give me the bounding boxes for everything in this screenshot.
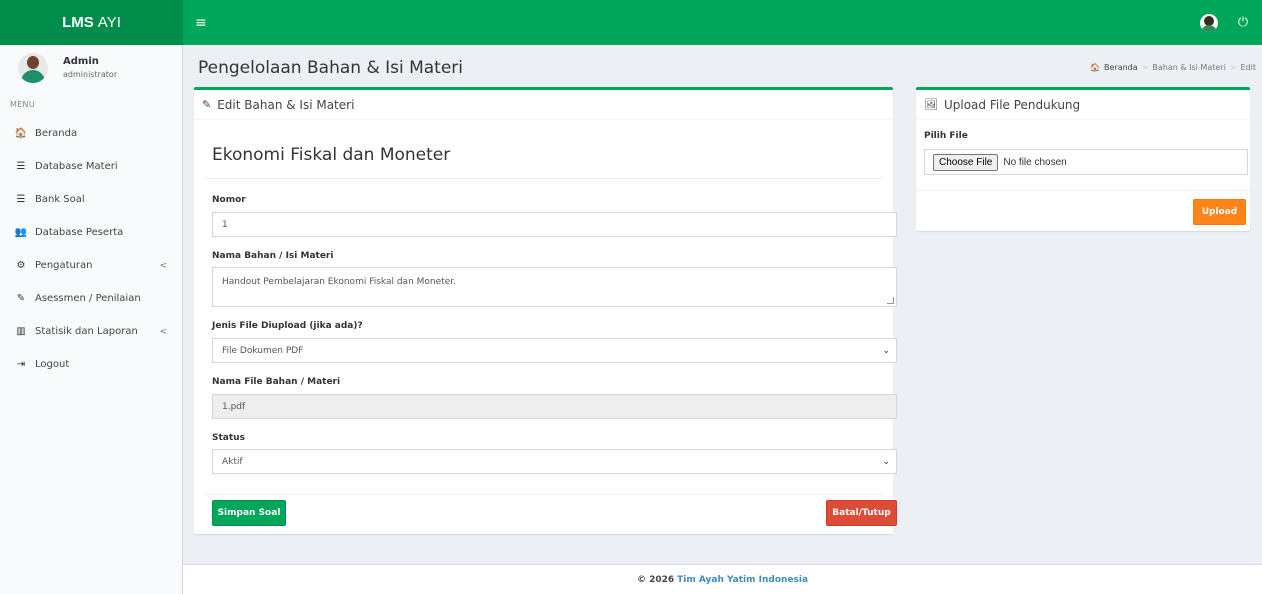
sidebar-item-label: Bank Soal [35, 194, 85, 205]
file-label: Pilih File [924, 131, 968, 141]
user-name: Admin [63, 56, 99, 67]
avatar [18, 52, 48, 83]
status-select[interactable]: Aktif ⌄ [212, 449, 897, 474]
breadcrumb-item-active: Edit [1240, 63, 1257, 72]
breadcrumb-separator: > [1229, 63, 1237, 72]
sidebar-item-label: Asessmen / Penilaian [35, 293, 141, 304]
upload-button[interactable]: Upload [1193, 199, 1246, 225]
subject-title: Ekonomi Fiskal dan Moneter [212, 145, 451, 165]
resize-grip-icon[interactable] [887, 297, 894, 304]
page-title: Pengelolaan Bahan & Isi Materi [198, 58, 464, 78]
no-file-text: No file chosen [1003, 156, 1067, 168]
app-logo[interactable]: LMS AYI [0, 0, 183, 45]
jenis-value: File Dokumen PDF [222, 345, 304, 356]
upload-box: 🖼 Upload File Pendukung Pilih File Choos… [916, 87, 1250, 231]
user-avatar-icon[interactable] [1200, 13, 1218, 32]
menu-header: MENU [10, 100, 35, 109]
nomor-input[interactable]: 1 [212, 212, 897, 237]
footer-org-link[interactable]: Tim Ayah Yatim Indonesia [677, 575, 808, 585]
breadcrumb-item[interactable]: Beranda [1104, 63, 1138, 72]
upload-box-title: Upload File Pendukung [943, 97, 1081, 112]
nama-file-value: 1.pdf [222, 401, 246, 412]
nama-textarea[interactable]: Handout Pembelajaran Ekonomi Fiskal dan … [212, 267, 897, 307]
menu-toggle-icon[interactable]: ≡ [195, 15, 215, 31]
user-panel: Admin administrator [0, 45, 182, 90]
edit-box: ✎ Edit Bahan & Isi Materi Ekonomi Fiskal… [194, 87, 897, 534]
cog-icon: ⚙ [16, 260, 26, 271]
logo-light-text: AYI [97, 14, 121, 31]
sidebar-item-label: Database Peserta [35, 227, 124, 238]
breadcrumb-item[interactable]: Bahan & Isi Materi [1152, 63, 1225, 72]
divider [204, 494, 883, 495]
footer-copyright: © 2026 [636, 574, 675, 585]
status-value: Aktif [222, 456, 243, 467]
edit-icon: ✎ [202, 98, 212, 111]
sidebar-item-database-materi[interactable]: ☰ Database Materi [0, 150, 182, 183]
home-icon: 🏠 [14, 128, 28, 139]
users-icon: 👥 [14, 227, 28, 238]
sign-out-icon: ⇥ [16, 359, 26, 370]
divider [204, 178, 883, 179]
sidebar-item-label: Pengaturan [35, 260, 93, 271]
save-button[interactable]: Simpan Soal [212, 500, 286, 526]
sidebar-item-label: Database Materi [35, 161, 118, 172]
sidebar-item-label: Logout [35, 359, 70, 370]
status-label: Status [212, 433, 245, 443]
nama-value: Handout Pembelajaran Ekonomi Fiskal dan … [222, 277, 456, 287]
chevron-down-icon: ⌄ [882, 345, 890, 356]
file-input[interactable]: Choose File No file chosen [924, 149, 1248, 175]
dashboard-icon: 🏠 [1090, 63, 1100, 72]
cancel-button[interactable]: Batal/Tutup [826, 500, 897, 526]
database-icon: ☰ [16, 194, 26, 205]
sidebar-item-asessmen[interactable]: ✎ Asessmen / Penilaian [0, 282, 182, 315]
sidebar-item-database-peserta[interactable]: 👥 Database Peserta [0, 216, 182, 249]
sidebar-item-beranda[interactable]: 🏠 Beranda [0, 117, 182, 150]
chevron-down-icon: ⌄ [882, 456, 890, 467]
sidebar-item-label: Statisik dan Laporan [35, 326, 138, 337]
power-icon[interactable]: ⏻ [1234, 15, 1252, 30]
image-icon: 🖼 [924, 98, 938, 111]
user-role: administrator [63, 70, 118, 79]
edit-box-title: Edit Bahan & Isi Materi [217, 97, 355, 112]
nomor-label: Nomor [212, 195, 246, 205]
choose-file-button[interactable]: Choose File [933, 153, 999, 171]
nama-file-label: Nama File Bahan / Materi [212, 377, 341, 387]
edit-icon: ✎ [16, 293, 26, 304]
breadcrumb-separator: > [1141, 63, 1149, 72]
database-icon: ☰ [16, 161, 26, 172]
sidebar-item-label: Beranda [35, 128, 78, 139]
bar-chart-icon: ▥ [16, 326, 26, 337]
chevron-left-icon: < [159, 261, 167, 271]
sidebar-item-logout[interactable]: ⇥ Logout [0, 348, 182, 381]
logo-bold-text: LMS [62, 14, 94, 31]
breadcrumb: 🏠 Beranda > Bahan & Isi Materi > Edit [1090, 63, 1256, 72]
jenis-label: Jenis File Diupload (jika ada)? [212, 321, 363, 331]
jenis-select[interactable]: File Dokumen PDF ⌄ [212, 338, 897, 363]
sidebar-item-statistik[interactable]: ▥ Statisik dan Laporan < [0, 315, 182, 348]
divider [916, 190, 1250, 191]
edit-box-header: ✎ Edit Bahan & Isi Materi [194, 90, 893, 120]
footer: © 2026 Tim Ayah Yatim Indonesia [183, 564, 1262, 594]
nama-file-input: 1.pdf [212, 394, 897, 419]
nama-label: Nama Bahan / Isi Materi [212, 251, 334, 261]
main-content: Pengelolaan Bahan & Isi Materi 🏠 Beranda… [183, 45, 1262, 564]
nomor-value: 1 [222, 219, 228, 230]
sidebar-item-pengaturan[interactable]: ⚙ Pengaturan < [0, 249, 182, 282]
sidebar: Admin administrator MENU 🏠 Beranda ☰ Dat… [0, 45, 183, 594]
sidebar-item-bank-soal[interactable]: ☰ Bank Soal [0, 183, 182, 216]
chevron-left-icon: < [159, 327, 167, 337]
top-navbar: LMS AYI ≡ ⏻ [0, 0, 1262, 45]
upload-box-header: 🖼 Upload File Pendukung [916, 90, 1250, 120]
